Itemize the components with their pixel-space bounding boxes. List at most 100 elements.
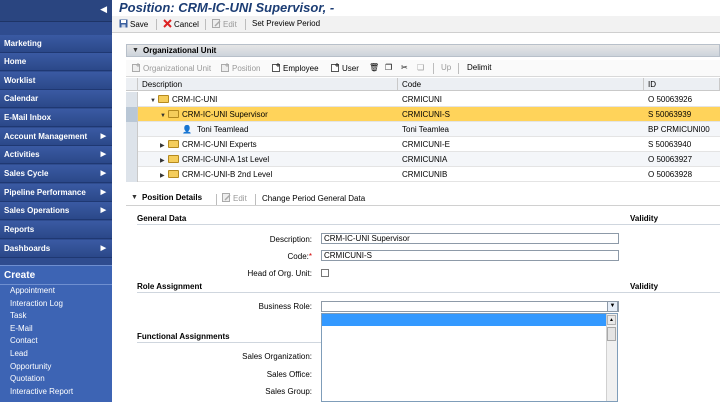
add-org-unit-button[interactable]: Organizational Unit [132, 63, 211, 73]
change-period-button[interactable]: Change Period General Data [262, 193, 365, 205]
create-link-interactive-report[interactable]: Interactive Report [0, 386, 112, 399]
create-link-lead[interactable]: Lead [0, 348, 112, 361]
nav-item-worklist[interactable]: Worklist [0, 72, 112, 90]
up-button[interactable]: Up [441, 63, 451, 72]
set-preview-period-button[interactable]: Set Preview Period [252, 19, 320, 28]
nav-item-reports[interactable]: Reports [0, 221, 112, 239]
nav-item-home[interactable]: Home [0, 53, 112, 71]
row-selector[interactable] [126, 92, 138, 107]
folder-icon [168, 170, 179, 178]
toolbar-separator [156, 19, 157, 30]
table-row-selected[interactable]: ▼ CRM-IC-UNI Supervisor CRMICUNI-S S 5006… [126, 107, 720, 122]
head-of-org-unit-label: Head of Org. Unit: [247, 269, 312, 278]
position-edit-button[interactable]: Edit [222, 193, 247, 205]
delimit-button[interactable]: Delimit [467, 63, 491, 72]
table-row[interactable]: 👤 Toni Teamlead Toni Teamlea BP CRMICUNI0… [126, 122, 720, 137]
nav-item-label: Calendar [4, 94, 39, 103]
row-id: O 50063926 [648, 95, 693, 104]
create-link-appointment[interactable]: Appointment [0, 285, 112, 298]
create-title: Create [0, 266, 112, 285]
create-link-email[interactable]: E-Mail [0, 323, 112, 336]
create-link-interaction-log[interactable]: Interaction Log [0, 298, 112, 311]
paste-icon[interactable]: ❏ [417, 63, 424, 72]
expand-toggle-icon[interactable]: ▶ [160, 169, 168, 182]
edit-button[interactable]: Edit [212, 19, 237, 29]
table-row[interactable]: ▶ CRM-IC-UNI-A 1st Level CRMICUNIA O 5006… [126, 152, 720, 167]
row-code: CRMICUNIB [402, 170, 448, 179]
table-row[interactable]: ▼ CRM-IC-UNI CRMICUNI O 50063926 [126, 92, 720, 107]
column-header-code[interactable]: Code [398, 78, 644, 91]
head-of-org-unit-checkbox[interactable] [321, 269, 329, 277]
row-selector[interactable] [126, 167, 138, 182]
expand-toggle-icon[interactable]: ▼ [160, 109, 168, 122]
row-code: Toni Teamlea [402, 125, 449, 134]
nav-item-sales-operations[interactable]: Sales Operations ▶ [0, 202, 112, 220]
collapse-sidebar-icon[interactable]: ◀ [100, 4, 107, 15]
collapse-triangle-icon[interactable]: ▼ [132, 45, 139, 57]
table-row[interactable]: ▶ CRM-IC-UNI Experts CRMICUNI-E S 5006394… [126, 137, 720, 152]
collapse-triangle-icon[interactable]: ▼ [131, 192, 138, 204]
nav-item-pipeline-performance[interactable]: Pipeline Performance ▶ [0, 184, 112, 202]
business-role-dropdown-list[interactable]: ▲ [321, 313, 618, 402]
row-selector[interactable] [126, 152, 138, 167]
chevron-right-icon: ▶ [100, 151, 106, 158]
expand-toggle-icon[interactable]: ▶ [160, 139, 168, 152]
nav-item-sales-cycle[interactable]: Sales Cycle ▶ [0, 165, 112, 183]
expand-toggle-icon[interactable]: ▼ [150, 94, 158, 107]
add-employee-button[interactable]: Employee [272, 63, 319, 73]
position-icon [221, 63, 229, 72]
general-data-heading: General Data [137, 214, 187, 223]
org-unit-panel-title: Organizational Unit [143, 46, 217, 55]
expand-toggle-icon[interactable]: ▶ [160, 154, 168, 167]
table-row[interactable]: ▶ CRM-IC-UNI-B 2nd Level CRMICUNIB O 5006… [126, 167, 720, 182]
save-icon [119, 19, 128, 28]
sales-organization-label: Sales Organization: [242, 352, 312, 361]
nav-item-account-management[interactable]: Account Management ▶ [0, 128, 112, 146]
folder-icon [168, 110, 179, 118]
copy-icon[interactable]: ❐ [385, 63, 392, 72]
nav-item-marketing[interactable]: Marketing [0, 35, 112, 53]
nav-item-label: Reports [4, 225, 35, 234]
business-role-select[interactable] [321, 301, 619, 312]
main-area: Position: CRM-IC-UNI Supervisor, - Save … [112, 0, 720, 402]
scrollbar-thumb[interactable] [607, 327, 616, 341]
row-code: CRMICUNI-S [402, 110, 450, 119]
nav-item-label: Sales Cycle [4, 169, 49, 178]
nav-item-dashboards[interactable]: Dashboards ▶ [0, 240, 112, 258]
nav-item-email-inbox[interactable]: E-Mail Inbox [0, 109, 112, 127]
row-selector[interactable] [126, 122, 138, 137]
create-link-task[interactable]: Task [0, 310, 112, 323]
dropdown-scrollbar[interactable]: ▲ [606, 314, 617, 401]
row-selector[interactable] [126, 107, 138, 122]
cut-icon[interactable]: ✂ [401, 63, 408, 72]
chevron-right-icon: ▶ [100, 133, 106, 140]
column-header-description[interactable]: Description [138, 78, 398, 91]
user-icon [331, 63, 339, 72]
dropdown-option-highlighted[interactable] [322, 314, 606, 326]
column-header-id[interactable]: ID [644, 78, 720, 91]
create-link-quotation[interactable]: Quotation [0, 373, 112, 386]
delete-icon[interactable]: 🗑 [369, 63, 379, 72]
row-code: CRMICUNIA [402, 155, 448, 164]
org-unit-panel-header[interactable]: ▼ Organizational Unit [126, 44, 720, 57]
nav-item-label: Marketing [4, 39, 42, 48]
dropdown-arrow-icon[interactable]: ▼ [607, 301, 618, 312]
nav-item-activities[interactable]: Activities ▶ [0, 146, 112, 164]
add-position-button[interactable]: Position [221, 63, 260, 73]
add-user-button[interactable]: User [331, 63, 359, 73]
row-selector[interactable] [126, 137, 138, 152]
save-button[interactable]: Save [119, 19, 148, 29]
create-link-contact[interactable]: Contact [0, 335, 112, 348]
cancel-button[interactable]: Cancel [163, 19, 199, 29]
description-label: Description: [269, 235, 312, 244]
code-label: Code:* [287, 252, 312, 261]
description-input[interactable]: CRM-IC-UNI Supervisor [321, 233, 619, 244]
create-link-opportunity[interactable]: Opportunity [0, 361, 112, 374]
required-marker: * [308, 252, 312, 261]
scroll-up-icon[interactable]: ▲ [607, 315, 616, 325]
nav-item-calendar[interactable]: Calendar [0, 90, 112, 108]
nav-item-label: Dashboards [4, 244, 51, 253]
sidebar: ◀ Marketing Home Worklist Calendar E-Mai… [0, 0, 112, 402]
toolbar-separator [245, 19, 246, 30]
code-input[interactable]: CRMICUNI-S [321, 250, 619, 261]
